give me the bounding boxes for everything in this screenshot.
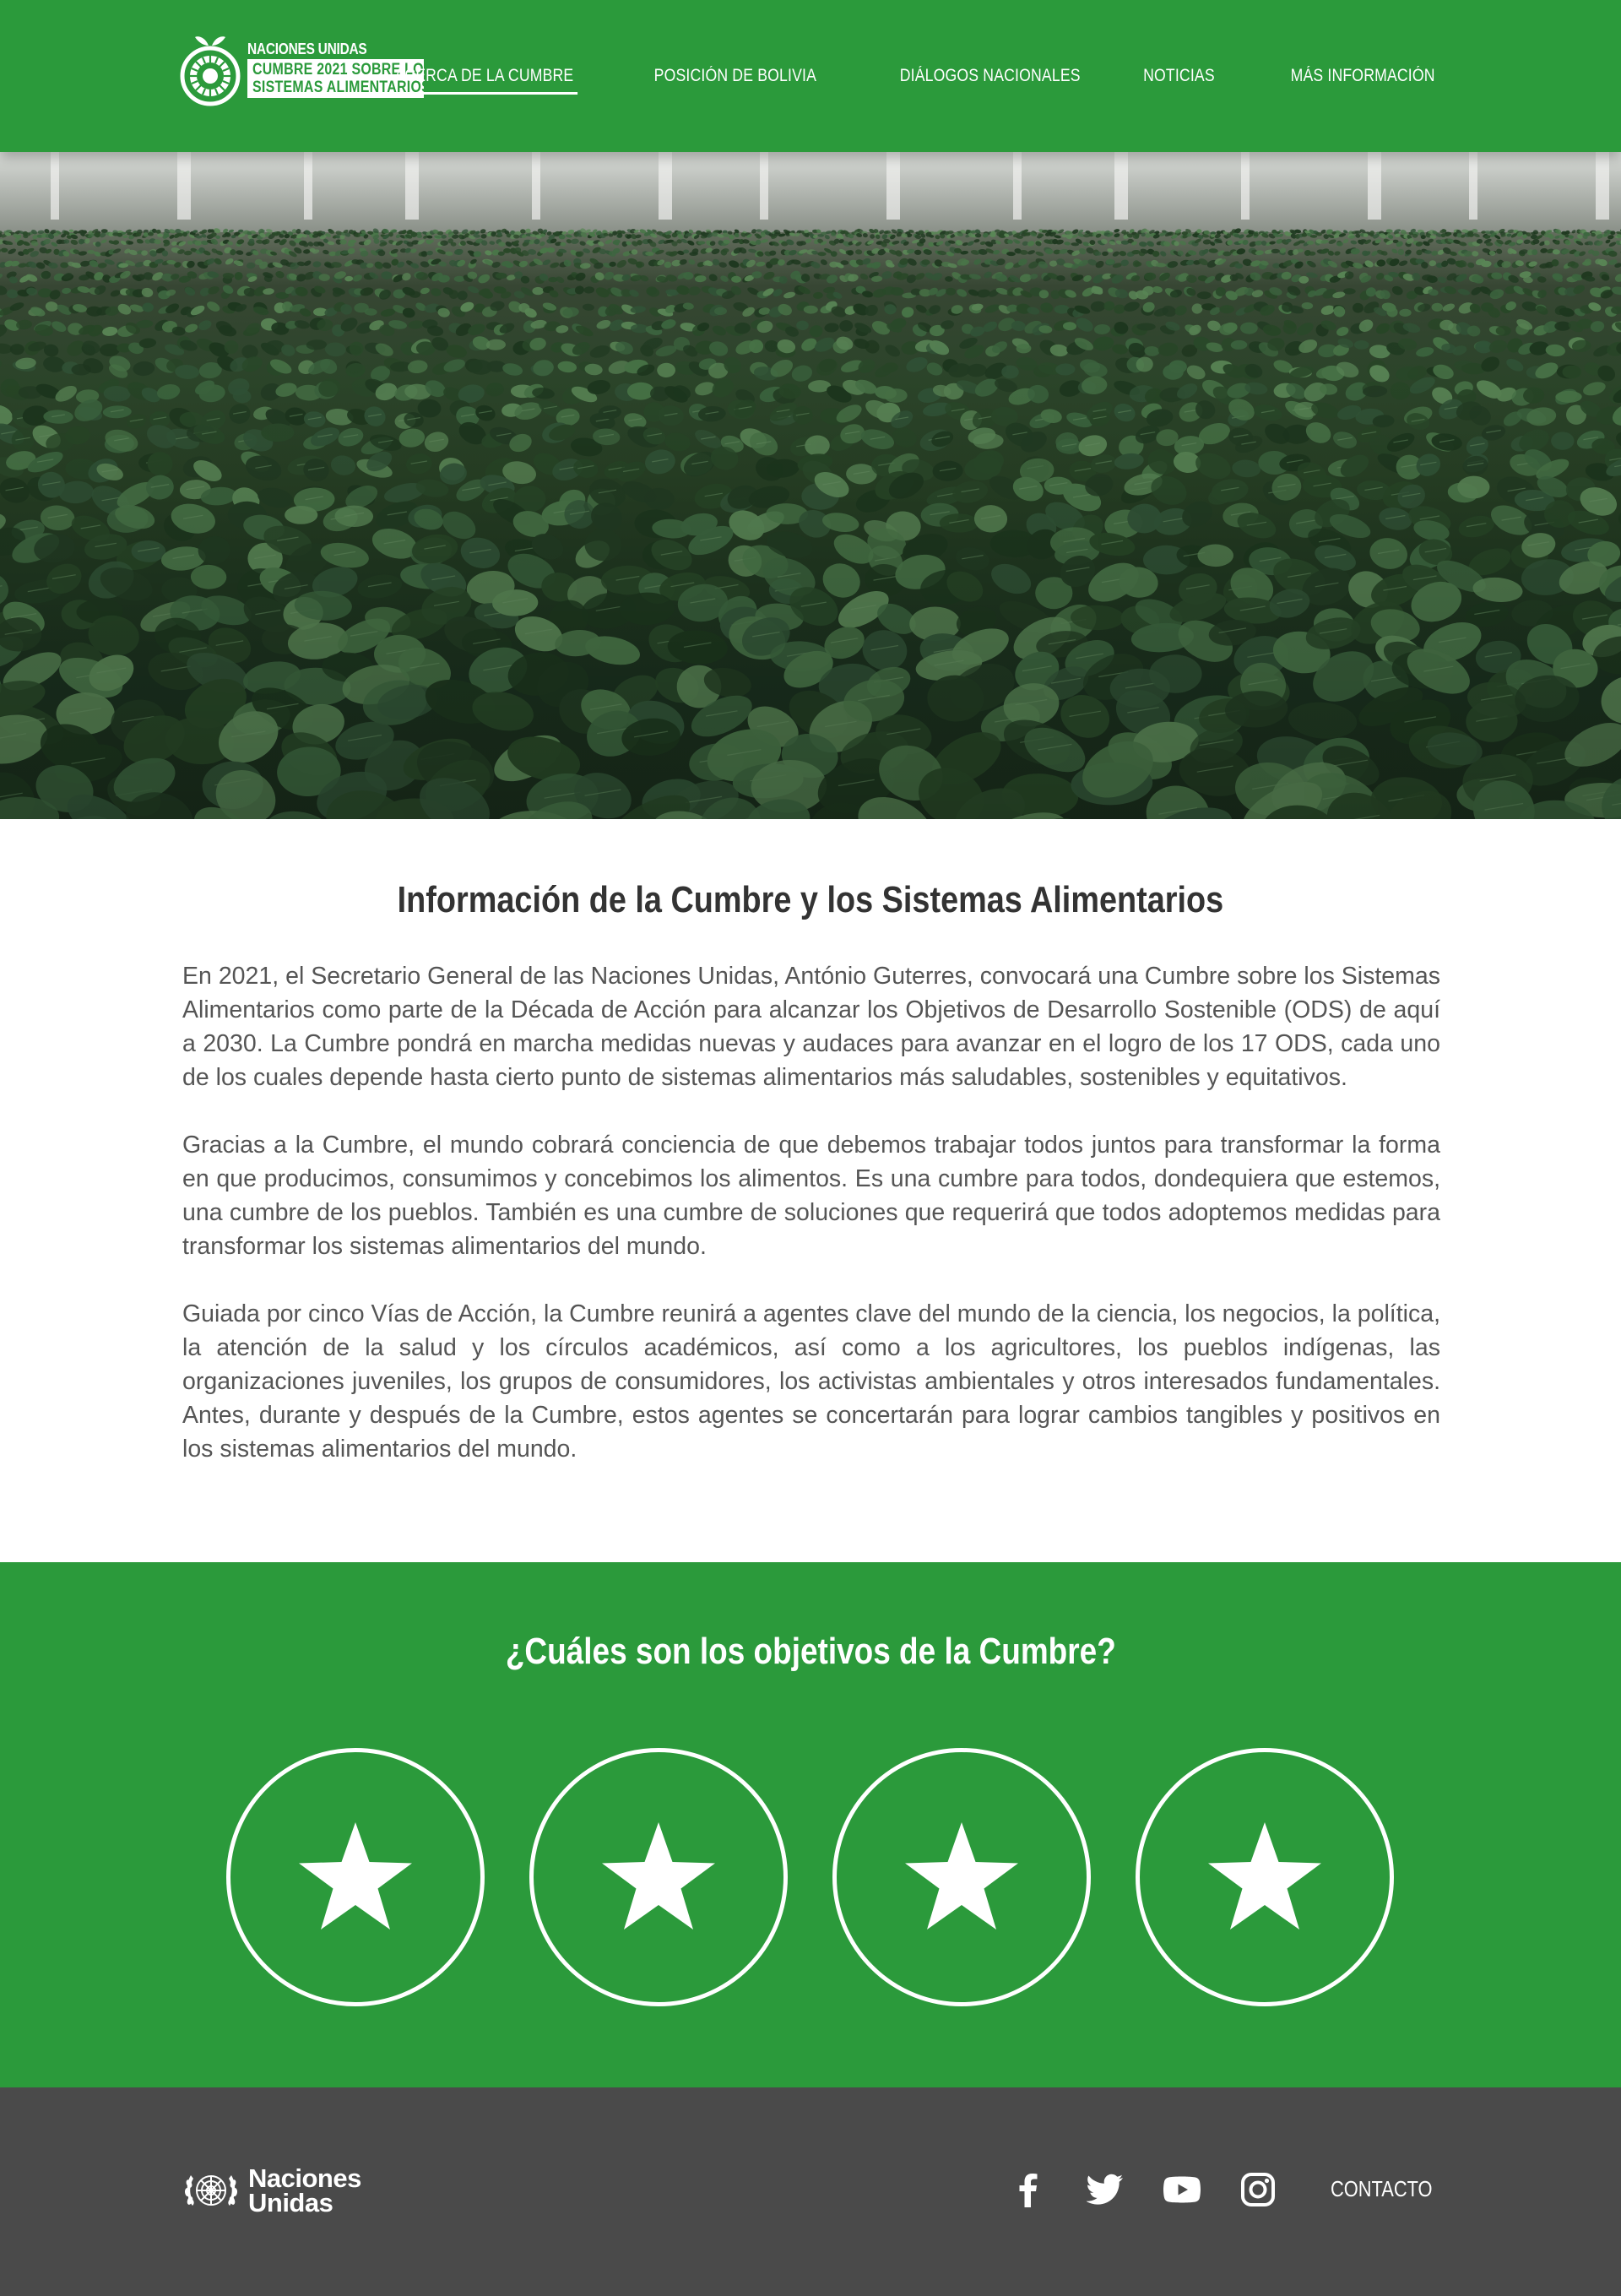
objective-card-4[interactable] [1136,1748,1394,2006]
star-icon [299,1822,412,1930]
info-body: En 2021, el Secretario General de las Na… [182,959,1440,1500]
un-logo[interactable]: Naciones Unidas [181,2165,361,2216]
objectives-section: ¿Cuáles son los objetivos de la Cumbre? [0,1562,1621,2087]
star-icon [1208,1822,1321,1930]
info-title: Información de la Cumbre y los Sistemas … [397,879,1224,920]
site-footer: Naciones Unidas CONTACTO [0,2087,1621,2296]
twitter-icon[interactable] [1087,2174,1124,2206]
info-paragraph: Guiada por cinco Vías de Acción, la Cumb… [182,1300,1440,1463]
info-paragraph: Gracias a la Cumbre, el mundo cobrará co… [182,1132,1440,1260]
nav-item-mas-informacion[interactable]: MÁS INFORMACIÓN [1291,64,1435,88]
un-emblem-icon [184,2175,238,2206]
nav-item-noticias[interactable]: NOTICIAS [1143,64,1215,88]
info-paragraph: En 2021, el Secretario General de las Na… [182,963,1440,1091]
objective-card-2[interactable] [529,1748,788,2006]
youtube-icon[interactable] [1163,2175,1201,2204]
hero-plants-illustration [0,152,1621,819]
facebook-icon[interactable] [1009,2172,1048,2207]
main-nav: ACERCA DE LA CUMBRE POSICIÓN DE BOLIVIA … [312,64,1435,95]
nav-item-dialogos[interactable]: DIÁLOGOS NACIONALES [900,64,1081,88]
nav-item-acerca[interactable]: ACERCA DE LA CUMBRE [390,64,579,95]
star-icon [905,1822,1018,1930]
objective-card-1[interactable] [226,1748,485,2006]
objectives-title: ¿Cuáles son los objetivos de la Cumbre? [505,1631,1116,1672]
instagram-icon[interactable] [1240,2172,1276,2207]
un-logo-text: Naciones Unidas [248,2163,361,2217]
site-header: NACIONES UNIDAS CUMBRE 2021 SOBRE LOS SI… [0,0,1621,152]
apple-wheel-icon [180,36,241,106]
star-icon [602,1822,715,1930]
objective-card-3[interactable] [832,1748,1091,2006]
contact-link[interactable]: CONTACTO [1331,2175,1433,2202]
summit-info-section: Información de la Cumbre y los Sistemas … [0,819,1621,1562]
hero-image [0,152,1621,819]
nav-item-posicion[interactable]: POSICIÓN DE BOLIVIA [653,64,816,88]
social-links [1009,2172,1315,2207]
logo-title: NACIONES UNIDAS [247,41,367,57]
